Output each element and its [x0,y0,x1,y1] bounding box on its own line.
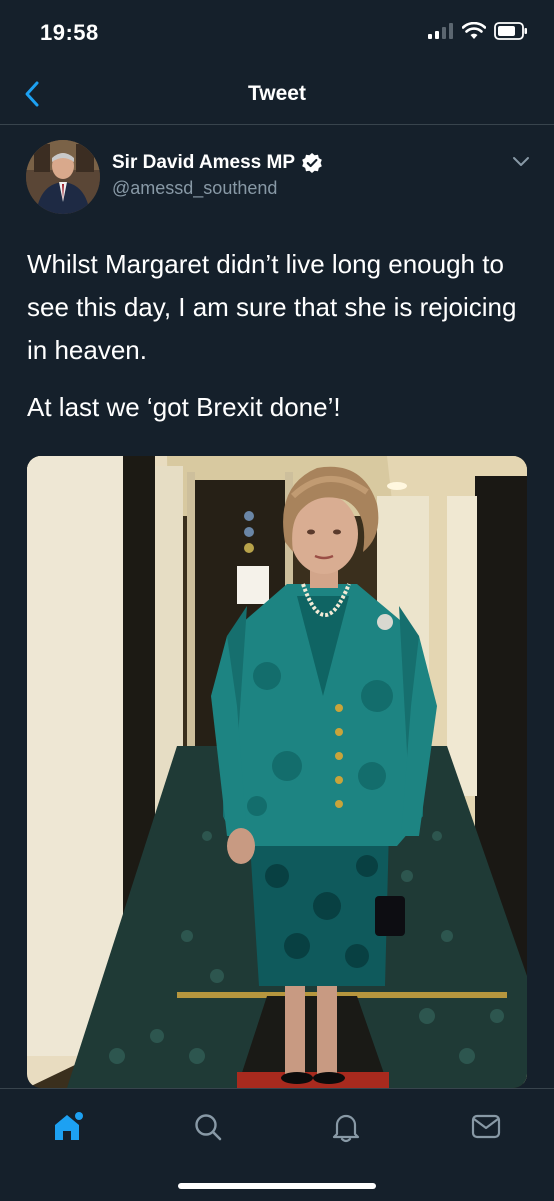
search-icon [195,1114,222,1141]
battery-icon [494,22,527,40]
home-icon [55,1112,83,1140]
tab-home[interactable] [44,1103,92,1151]
page-title: Tweet [248,82,306,105]
author-handle[interactable]: @amessd_southend [112,178,323,199]
author-info: Sir David Amess MP @amessd_southend [112,152,323,199]
nav-header: Tweet [0,66,554,125]
tweet-text-line: Whilst Margaret didn’t live long enough … [27,249,517,365]
wifi-icon [462,22,486,39]
chevron-down-icon [513,157,529,166]
tab-notifications[interactable] [322,1103,370,1151]
tweet-text: Whilst Margaret didn’t live long enough … [27,243,527,429]
status-time: 19:58 [40,20,99,45]
status-icons [428,22,528,40]
tweet-options-button[interactable] [512,155,530,173]
tweet-photo[interactable] [27,456,527,1088]
author-name[interactable]: Sir David Amess MP [112,152,295,174]
cellular-signal-icon [428,23,453,39]
tweet-text-line: At last we ‘got Brexit done’! [27,392,341,422]
home-indicator [178,1183,376,1189]
notifications-icon [332,1114,360,1143]
avatar[interactable] [26,140,100,214]
messages-icon [471,1114,501,1139]
tab-search[interactable] [184,1103,232,1151]
status-bar: 19:58 [0,0,554,66]
verified-badge-icon [302,153,322,173]
tab-messages[interactable] [462,1103,510,1151]
